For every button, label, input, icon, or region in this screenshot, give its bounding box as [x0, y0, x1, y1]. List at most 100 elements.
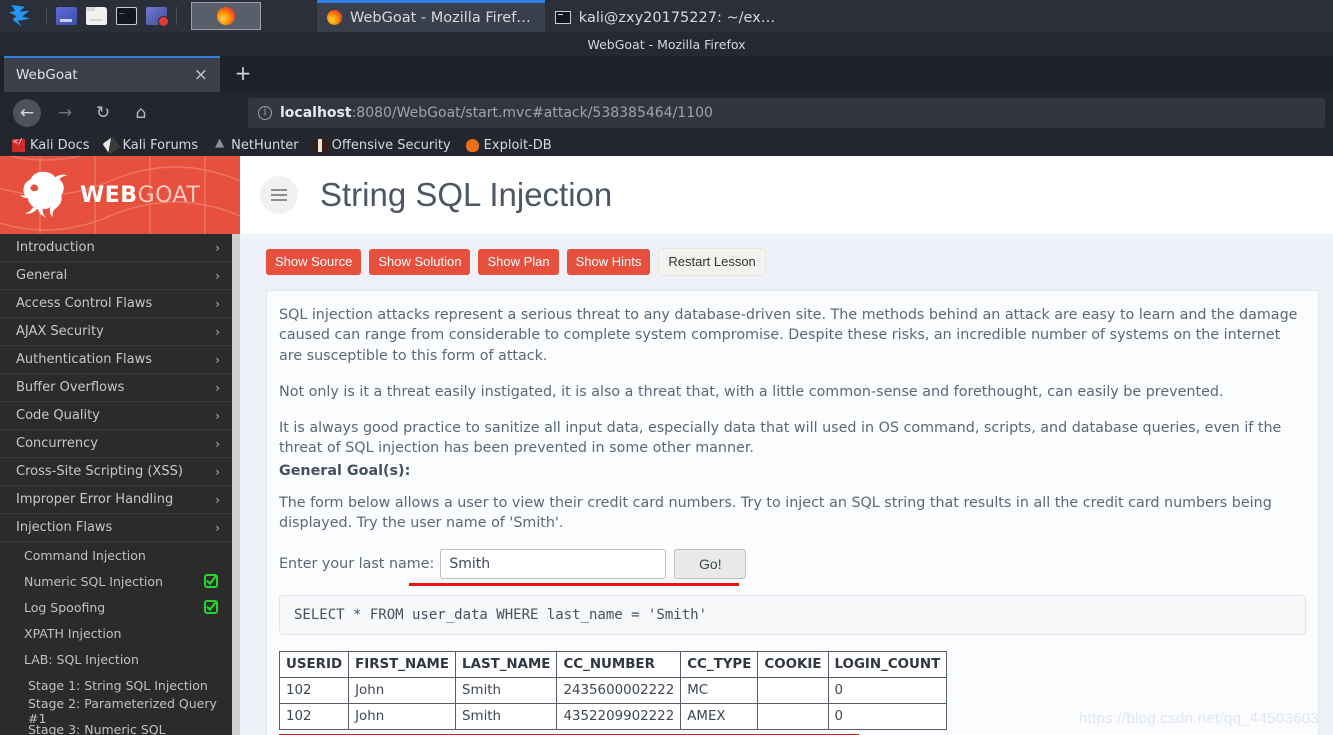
cell-cc-number: 4352209902222: [556, 703, 682, 731]
show-hints-button[interactable]: Show Hints: [566, 249, 651, 275]
bookmark-label: NetHunter: [231, 137, 299, 153]
chevron-right-icon: ›: [215, 380, 220, 395]
table-row: 102 John Smith 4352209902222 AMEX 0: [278, 703, 948, 731]
column-header-cookie: COOKIE: [757, 651, 829, 679]
cell-cookie: [757, 703, 829, 731]
sidebar-lesson-lab-sql-injection[interactable]: LAB: SQL Injection: [0, 646, 232, 672]
cell-login-count: 0: [827, 677, 948, 705]
show-source-button[interactable]: Show Source: [266, 249, 362, 275]
sidebar-lesson-log-spoofing[interactable]: Log Spoofing: [0, 594, 232, 620]
bookmark-label: Kali Forums: [122, 137, 199, 153]
sidebar-item-label: Code Quality: [16, 408, 100, 423]
sidebar-lesson-xpath-injection[interactable]: XPATH Injection: [0, 620, 232, 646]
cell-userid: 102: [278, 677, 350, 705]
new-tab-button[interactable]: +: [232, 62, 254, 86]
sql-query-display: SELECT * FROM user_data WHERE last_name …: [279, 595, 1306, 636]
browser-tab-label: WebGoat: [16, 67, 78, 83]
cell-cc-number: 2435600002222: [556, 677, 682, 705]
general-goals-heading: General Goal(s):: [279, 462, 411, 479]
taskbar-window-terminal[interactable]: kali@zxy20175227: ~/ex…: [545, 0, 789, 32]
sidebar-item-label: Access Control Flaws: [16, 296, 153, 311]
lastname-input[interactable]: [440, 549, 667, 580]
bookmark-kali-forums[interactable]: Kali Forums: [101, 135, 199, 155]
chevron-right-icon: ›: [215, 436, 220, 451]
taskbar-window-firefox[interactable]: WebGoat - Mozilla Firef…: [317, 0, 545, 32]
column-header-login-count: LOGIN_COUNT: [827, 651, 948, 679]
files-icon[interactable]: [56, 7, 77, 25]
reload-icon[interactable]: ↻: [89, 99, 117, 127]
cell-last-name: Smith: [455, 677, 558, 705]
forward-arrow-icon[interactable]: →: [51, 99, 79, 127]
table-header-row: USERID FIRST_NAME LAST_NAME CC_NUMBER CC…: [278, 651, 948, 679]
cell-first-name: John: [348, 703, 457, 731]
folder-icon[interactable]: [86, 7, 107, 25]
sidebar-item-label: Cross-Site Scripting (XSS): [16, 464, 183, 479]
page-title: String SQL Injection: [320, 176, 613, 213]
cell-login-count: 0: [827, 703, 948, 731]
sidebar-item-label: Injection Flaws: [16, 520, 113, 535]
sidebar-item-injection-flaws[interactable]: Injection Flaws ›: [0, 514, 232, 542]
bookmark-nethunter[interactable]: NetHunter: [213, 138, 299, 153]
sidebar-lesson-stage-1[interactable]: Stage 1: String SQL Injection: [0, 672, 232, 698]
bookmark-label: Kali Docs: [30, 137, 90, 153]
close-icon[interactable]: ×: [190, 66, 212, 84]
firefox-launcher-button[interactable]: [191, 2, 261, 30]
go-button[interactable]: Go!: [674, 549, 747, 580]
back-arrow-icon[interactable]: ←: [13, 99, 41, 127]
sidebar-item-access-control-flaws[interactable]: Access Control Flaws ›: [0, 290, 232, 318]
sidebar-lesson-stage-3[interactable]: Stage 3: Numeric SQL Injection: [0, 722, 232, 735]
sidebar-item-concurrency[interactable]: Concurrency ›: [0, 430, 232, 458]
lesson-sidebar[interactable]: Introduction › General › Access Control …: [0, 234, 232, 735]
webgoat-logo[interactable]: WEBGOAT: [0, 156, 240, 234]
taskbar-launchers: [53, 5, 170, 27]
browser-tab-webgoat[interactable]: WebGoat ×: [4, 56, 220, 92]
sidebar-lesson-label: Stage 3: Numeric SQL Injection: [28, 722, 166, 735]
sidebar-item-buffer-overflows[interactable]: Buffer Overflows ›: [0, 374, 232, 402]
column-header-cc-type: CC_TYPE: [680, 651, 759, 679]
lesson-description-card: SQL injection attacks represent a seriou…: [266, 290, 1319, 735]
sidebar-lesson-numeric-sql-injection[interactable]: Numeric SQL Injection: [0, 568, 232, 594]
sidebar-lesson-command-injection[interactable]: Command Injection: [0, 542, 232, 568]
address-bar[interactable]: i localhost:8080/WebGoat/start.mvc#attac…: [248, 98, 1325, 128]
sidebar-item-introduction[interactable]: Introduction ›: [0, 234, 232, 262]
sidebar-item-label: Introduction: [16, 240, 95, 255]
sidebar-item-label: Concurrency: [16, 436, 98, 451]
taskbar-divider: [46, 7, 47, 25]
sidebar-item-authentication-flaws[interactable]: Authentication Flaws ›: [0, 346, 232, 374]
cell-userid: 102: [278, 703, 350, 731]
url-host: localhost: [280, 105, 352, 121]
chevron-right-icon: ›: [215, 268, 220, 283]
lesson-action-buttons: Show Source Show Solution Show Plan Show…: [266, 248, 1319, 276]
taskbar-window-list: WebGoat - Mozilla Firef… kali@zxy2017522…: [317, 0, 789, 32]
page-info-icon[interactable]: i: [258, 106, 272, 120]
sidebar-item-code-quality[interactable]: Code Quality ›: [0, 402, 232, 430]
chevron-right-icon: ›: [215, 464, 220, 479]
wrench-icon: [101, 135, 121, 155]
lesson-header: String SQL Injection: [240, 156, 1333, 234]
kali-menu-button[interactable]: [0, 0, 40, 32]
bookmark-offensive-security[interactable]: Offensive Security: [313, 138, 451, 153]
cell-last-name: Smith: [455, 703, 558, 731]
restart-lesson-button[interactable]: Restart Lesson: [658, 248, 766, 276]
lesson-paragraph-3: It is always good practice to sanitize a…: [279, 420, 1282, 457]
sidebar-item-cross-site-scripting[interactable]: Cross-Site Scripting (XSS) ›: [0, 458, 232, 486]
exploit-db-icon: [465, 138, 479, 152]
taskbar-window-terminal-label: kali@zxy20175227: ~/ex…: [578, 9, 776, 26]
bookmark-kali-docs[interactable]: Kali Docs: [12, 137, 90, 153]
lesson-content: Show Source Show Solution Show Plan Show…: [240, 234, 1333, 735]
sidebar-lesson-stage-2[interactable]: Stage 2: Parameterized Query #1: [0, 696, 232, 726]
sidebar-scrollbar[interactable]: [232, 234, 240, 735]
show-plan-button[interactable]: Show Plan: [478, 249, 559, 275]
sidebar-item-improper-error-handling[interactable]: Improper Error Handling ›: [0, 486, 232, 514]
taskbar-window-firefox-label: WebGoat - Mozilla Firef…: [350, 9, 531, 26]
show-solution-button[interactable]: Show Solution: [369, 249, 471, 275]
home-icon[interactable]: ⌂: [127, 99, 155, 127]
hamburger-menu-icon[interactable]: [260, 176, 298, 214]
sidebar-item-ajax-security[interactable]: AJAX Security ›: [0, 318, 232, 346]
screen-recorder-icon[interactable]: [146, 7, 169, 27]
webgoat-page: WEBGOAT String SQL Injection Introductio…: [0, 156, 1333, 735]
chevron-right-icon: ›: [215, 408, 220, 423]
terminal-icon[interactable]: [116, 5, 137, 25]
sidebar-item-general[interactable]: General ›: [0, 262, 232, 290]
bookmark-exploit-db[interactable]: Exploit-DB: [465, 138, 552, 153]
